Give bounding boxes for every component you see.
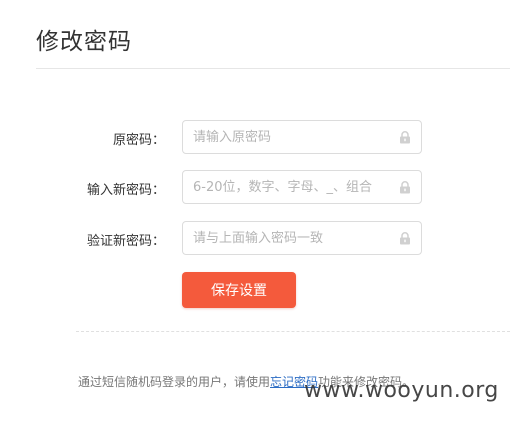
new-password-input[interactable]	[183, 171, 393, 203]
dashed-divider	[76, 331, 510, 332]
confirm-password-label: 验证新密码：	[86, 234, 165, 249]
form-row-confirm-password: 验证新密码：	[0, 221, 510, 257]
confirm-password-input[interactable]	[183, 222, 393, 254]
new-password-field-box[interactable]	[182, 170, 422, 204]
old-password-label: 原密码：	[112, 133, 165, 148]
page-title: 修改密码	[36, 29, 132, 55]
title-divider	[36, 68, 510, 69]
lock-icon	[400, 131, 410, 144]
old-password-input[interactable]	[183, 121, 393, 153]
old-password-field-box[interactable]	[182, 120, 422, 154]
watermark: www.wooyun.org	[304, 378, 499, 403]
notice-text-before: 通过短信随机码登录的用户，请使用	[78, 375, 271, 389]
form-row-old-password: 原密码：	[0, 120, 510, 156]
new-password-label: 输入新密码：	[86, 183, 165, 198]
form-row-new-password: 输入新密码：	[0, 170, 510, 206]
confirm-password-field-box[interactable]	[182, 221, 422, 255]
lock-icon	[400, 181, 410, 194]
save-settings-button[interactable]: 保存设置	[182, 272, 296, 308]
lock-icon	[400, 232, 410, 245]
